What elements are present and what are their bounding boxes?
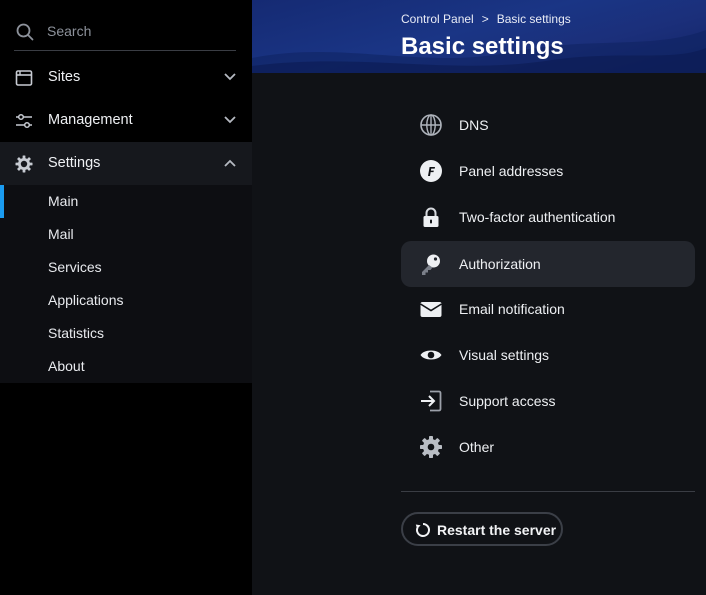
lock-icon <box>423 207 439 227</box>
submenu-item-label: Applications <box>48 292 124 308</box>
globe-icon <box>420 114 442 136</box>
submenu-item-label: Services <box>48 259 102 275</box>
main-content: DNS Panel addresses Two-factor authentic… <box>252 73 706 595</box>
submenu-item-services[interactable]: Services <box>0 251 252 284</box>
settings-item-label: Email notification <box>459 301 565 317</box>
submenu-item-label: Statistics <box>48 325 105 341</box>
sidebar-item-label: Settings <box>48 155 101 171</box>
submenu-item-statistics[interactable]: Statistics <box>0 317 252 350</box>
restart-button-label: Restart the server <box>437 522 557 538</box>
sidebar-item-management[interactable]: Management <box>0 99 252 142</box>
sidebar-item-settings[interactable]: Settings <box>0 142 252 185</box>
panel-logo-icon <box>420 160 442 182</box>
settings-item-dns[interactable]: DNS <box>401 102 695 148</box>
settings-item-two-factor[interactable]: Two-factor authentication <box>401 194 695 240</box>
envelope-icon <box>420 302 442 317</box>
settings-item-visual-settings[interactable]: Visual settings <box>401 332 695 378</box>
settings-item-label: Panel addresses <box>459 163 564 179</box>
gear-icon <box>420 436 442 458</box>
page-title: Basic settings <box>401 33 564 60</box>
restart-server-button[interactable]: Restart the server <box>401 512 563 546</box>
sliders-icon <box>16 113 32 129</box>
search-input[interactable] <box>47 20 227 42</box>
breadcrumb-link-control-panel[interactable]: Control Panel <box>401 12 474 26</box>
restart-icon <box>415 523 430 537</box>
page-header: Control Panel > Basic settings Basic setti… <box>252 0 706 73</box>
settings-item-label: Visual settings <box>459 347 550 363</box>
browser-window-icon <box>15 70 33 86</box>
settings-item-panel-addresses[interactable]: Panel addresses <box>401 148 695 194</box>
divider <box>401 491 695 492</box>
search-box <box>14 20 236 51</box>
chevron-down-icon <box>224 73 236 81</box>
settings-item-label: Authorization <box>459 256 541 272</box>
breadcrumb-current: Basic settings <box>496 12 571 26</box>
submenu-item-label: Mail <box>48 226 74 242</box>
settings-item-email-notification[interactable]: Email notification <box>401 286 695 332</box>
settings-item-authorization[interactable]: Authorization <box>401 241 695 287</box>
settings-item-label: DNS <box>459 117 489 133</box>
submenu-item-applications[interactable]: Applications <box>0 284 252 317</box>
eye-icon <box>420 350 442 360</box>
sign-in-icon <box>421 390 442 412</box>
breadcrumb-separator: > <box>481 12 489 26</box>
search-icon <box>16 23 34 41</box>
gear-icon <box>15 155 33 173</box>
sidebar: Sites Management <box>0 0 252 595</box>
submenu-item-label: About <box>48 358 85 374</box>
settings-item-label: Other <box>459 439 495 455</box>
key-icon <box>422 254 440 275</box>
chevron-down-icon <box>224 116 236 124</box>
submenu-item-about[interactable]: About <box>0 350 252 383</box>
settings-submenu: Main Mail Services Applications Statisti… <box>0 185 252 383</box>
settings-item-support-access[interactable]: Support access <box>401 378 695 424</box>
chevron-up-icon <box>224 159 236 167</box>
sidebar-item-label: Management <box>48 112 133 128</box>
breadcrumb: Control Panel > Basic settings <box>401 12 571 26</box>
submenu-item-label: Main <box>48 193 79 209</box>
submenu-item-mail[interactable]: Mail <box>0 218 252 251</box>
settings-item-label: Two-factor authentication <box>459 209 616 225</box>
submenu-item-main[interactable]: Main <box>0 185 252 218</box>
settings-item-label: Support access <box>459 393 556 409</box>
sidebar-item-sites[interactable]: Sites <box>0 56 252 99</box>
sidebar-item-label: Sites <box>48 69 81 85</box>
settings-item-other[interactable]: Other <box>401 424 695 470</box>
